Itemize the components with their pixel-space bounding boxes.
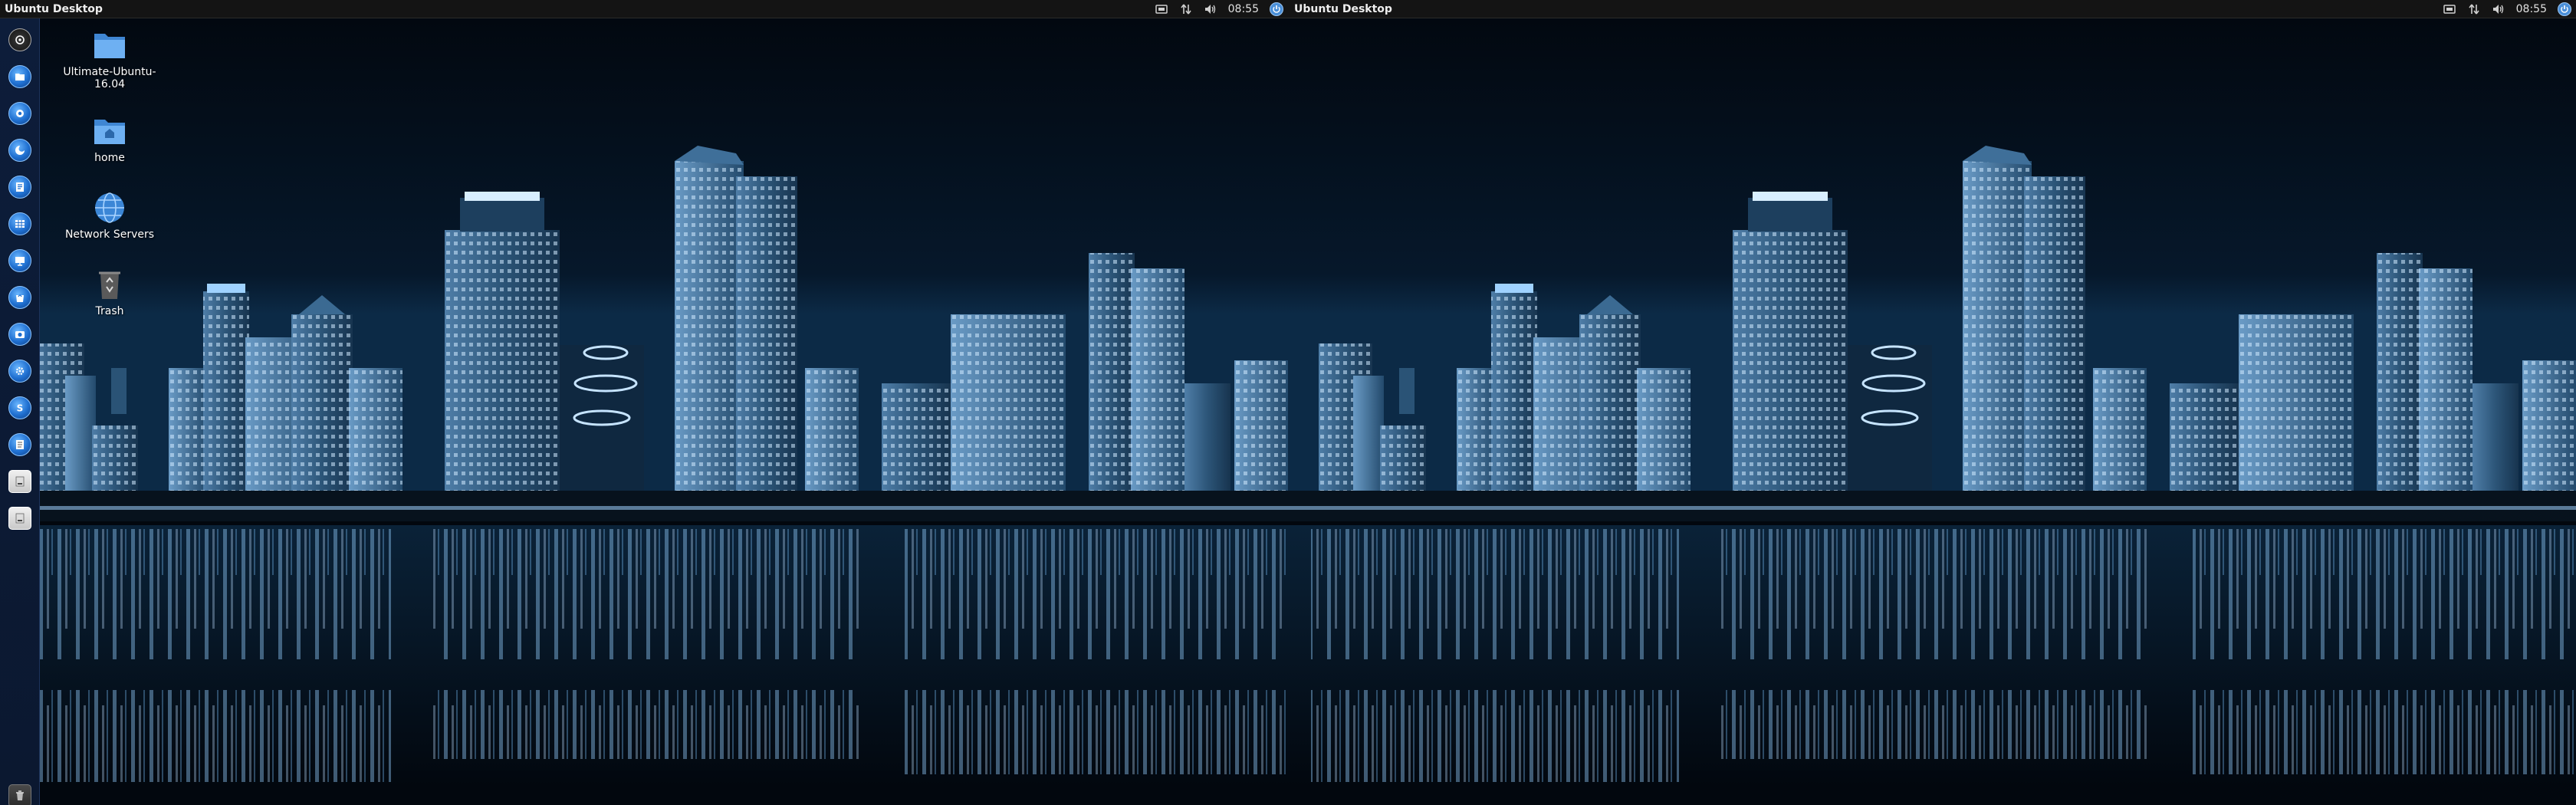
web-browser-icon[interactable] (6, 100, 34, 127)
network-servers-icon (91, 190, 128, 225)
skype-icon[interactable]: S (6, 394, 34, 422)
folder-icon (91, 28, 128, 63)
clock[interactable]: 08:55 (1228, 0, 1259, 18)
impress-icon[interactable] (6, 247, 34, 274)
files-icon[interactable] (6, 63, 34, 90)
dash-home-icon[interactable] (6, 26, 34, 54)
settings-icon[interactable] (6, 357, 34, 385)
camera-icon[interactable] (6, 320, 34, 348)
indicator-area: 08:55 (2443, 0, 2571, 18)
drive-icon[interactable] (6, 468, 34, 495)
desktop-icon-home[interactable]: home (48, 113, 171, 164)
trash-icon[interactable] (6, 782, 34, 805)
session-icon[interactable] (2558, 2, 2571, 16)
keyboard-icon[interactable] (2443, 2, 2456, 16)
volume-icon[interactable] (2492, 2, 2505, 16)
desktop-icon-network-servers[interactable]: Network Servers (48, 190, 171, 241)
top-panel-right: Ubuntu Desktop 08:55 (1288, 0, 2576, 18)
desktop-icon-label: home (94, 152, 125, 164)
removable-drive-icon[interactable] (6, 504, 34, 532)
panel-title: Ubuntu Desktop (5, 3, 103, 15)
desktop-icon-label: Ultimate-Ubuntu-16.04 (63, 66, 156, 90)
desktop-wallpaper (40, 18, 2576, 805)
desktop-icon-trash[interactable]: Trash (48, 267, 171, 317)
launcher: S (0, 18, 40, 805)
desktop-icon-label: Trash (95, 305, 124, 317)
calc-icon[interactable] (6, 210, 34, 238)
writer-icon[interactable] (6, 173, 34, 201)
panel-title: Ubuntu Desktop (1294, 3, 1392, 15)
clock[interactable]: 08:55 (2516, 0, 2547, 18)
trash-icon (91, 267, 128, 302)
firefox-icon[interactable] (6, 136, 34, 164)
top-panel-left: Ubuntu Desktop 08:55 (0, 0, 1288, 18)
desktop-icon-label: Network Servers (64, 228, 155, 241)
volume-icon[interactable] (1204, 2, 1217, 16)
software-center-icon[interactable] (6, 284, 34, 311)
network-icon[interactable] (2467, 2, 2481, 16)
session-icon[interactable] (1270, 2, 1283, 16)
svg-text:S: S (17, 403, 24, 414)
indicator-area: 08:55 (1155, 0, 1283, 18)
home-folder-icon (91, 113, 128, 149)
desktop-icon-ultimate-ubuntu[interactable]: Ultimate-Ubuntu-16.04 (48, 28, 171, 90)
text-editor-icon[interactable] (6, 431, 34, 458)
keyboard-icon[interactable] (1155, 2, 1168, 16)
network-icon[interactable] (1179, 2, 1193, 16)
